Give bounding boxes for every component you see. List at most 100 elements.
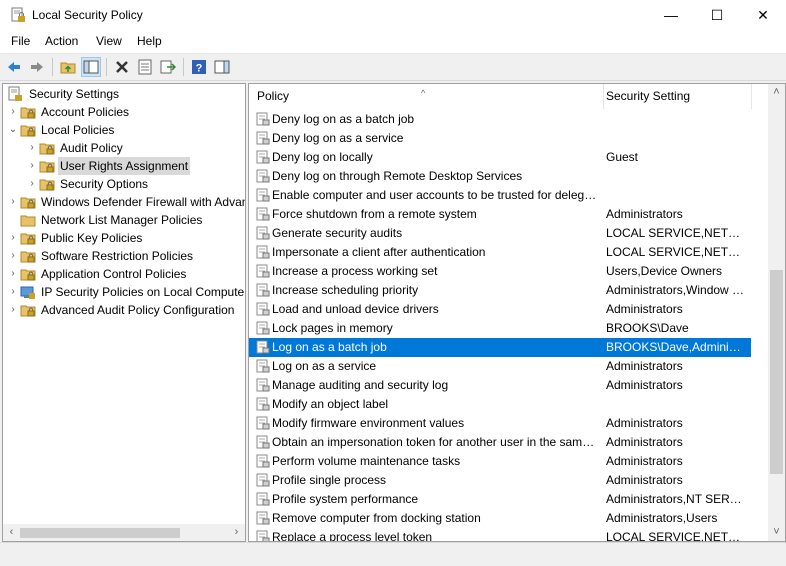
scroll-down-icon[interactable]: ˅ — [768, 524, 785, 541]
policy-folder-icon — [20, 125, 36, 137]
policy-row[interactable]: Profile system performance Administrators… — [249, 490, 751, 509]
delete-icon[interactable] — [112, 57, 132, 77]
policy-name: Load and unload device drivers — [272, 302, 439, 316]
tree-expander-icon[interactable]: › — [7, 265, 19, 283]
policy-icon — [256, 150, 270, 164]
show-pane-icon[interactable] — [212, 57, 232, 77]
policy-row[interactable]: Lock pages in memory BROOKS\Dave — [249, 319, 751, 338]
up-folder-icon[interactable] — [58, 57, 78, 77]
tree-expander-icon[interactable]: › — [7, 193, 19, 211]
policy-security-setting: BROOKS\Dave,Administrators — [606, 340, 746, 354]
policy-icon — [256, 340, 270, 354]
policy-row[interactable]: Impersonate a client after authenticatio… — [249, 243, 751, 262]
policy-row[interactable]: Log on as a service Administrators — [249, 357, 751, 376]
policy-row[interactable]: Manage auditing and security log Administ… — [249, 376, 751, 395]
tree-expander-icon[interactable]: › — [26, 139, 38, 157]
console-tree[interactable]: Security Settings › Account Policies ⌄ Loca… — [2, 83, 246, 542]
policy-row[interactable]: Replace a process level token LOCAL SERVI… — [249, 528, 751, 541]
policy-icon — [256, 397, 270, 411]
maximize-button[interactable]: ☐ — [694, 0, 740, 31]
tree-item-label: Advanced Audit Policy Configuration — [41, 303, 235, 317]
policy-row[interactable]: Load and unload device drivers Administra… — [249, 300, 751, 319]
policy-row[interactable]: Remove computer from docking station Admi… — [249, 509, 751, 528]
column-setting-label: Security Setting — [606, 89, 691, 103]
policy-icon — [256, 359, 270, 373]
policy-name: Remove computer from docking station — [272, 511, 481, 525]
column-header-policy[interactable]: Policy ^ — [249, 84, 604, 109]
forward-arrow-icon[interactable] — [27, 57, 47, 77]
menu-help[interactable]: Help — [137, 34, 162, 48]
policy-name: Deny log on through Remote Desktop Servi… — [272, 169, 523, 183]
policy-name: Enable computer and user accounts to be … — [272, 188, 597, 202]
policy-row[interactable]: Perform volume maintenance tasks Administ… — [249, 452, 751, 471]
policy-row[interactable]: Enable computer and user accounts to be … — [249, 186, 751, 205]
tree-root-label: Security Settings — [29, 87, 120, 101]
tree-expander-icon[interactable]: › — [26, 175, 38, 193]
tree-item-label: Audit Policy — [60, 141, 123, 155]
policy-row[interactable]: Modify an object label — [249, 395, 751, 414]
window-title: Local Security Policy — [32, 8, 143, 22]
policy-row[interactable]: Increase scheduling priority Administrato… — [249, 281, 751, 300]
tree-scroll-thumb[interactable] — [20, 528, 180, 538]
tree-item-label: Account Policies — [41, 105, 130, 119]
policy-name: Deny log on as a batch job — [272, 112, 415, 126]
scroll-up-icon[interactable]: ˄ — [768, 84, 785, 101]
policy-name: Perform volume maintenance tasks — [272, 454, 461, 468]
help-icon[interactable]: ? — [189, 57, 209, 77]
tree-expander-icon[interactable]: › — [26, 157, 38, 175]
list-vertical-scrollbar[interactable]: ˄ ˅ — [768, 84, 785, 541]
policy-row[interactable]: Deny log on as a service — [249, 129, 751, 148]
toolbar: ? — [0, 54, 786, 81]
minimize-button[interactable]: — — [648, 0, 694, 31]
policy-name: Log on as a batch job — [272, 340, 387, 354]
tree-expander-icon[interactable]: › — [7, 103, 19, 121]
close-button[interactable]: ✕ — [740, 0, 786, 31]
policy-name: Impersonate a client after authenticatio… — [272, 245, 486, 259]
policy-security-setting: Administrators — [606, 207, 683, 221]
policy-list[interactable]: Policy ^ Security Setting Deny log on as… — [248, 83, 786, 542]
list-rows: Deny log on as a batch job Deny log on as… — [249, 110, 751, 541]
policy-security-setting: Administrators — [606, 435, 683, 449]
menu-file[interactable]: File — [11, 34, 30, 48]
policy-name: Profile system performance — [272, 492, 419, 506]
export-list-icon[interactable] — [158, 57, 178, 77]
show-hide-tree-icon[interactable] — [81, 57, 101, 77]
tree-item-label: Windows Defender Firewall with Advanced … — [41, 195, 245, 209]
menu-view[interactable]: View — [96, 34, 122, 48]
tree-horizontal-scrollbar[interactable]: ‹ › — [3, 524, 245, 541]
policy-row[interactable]: Log on as a batch job BROOKS\Dave,Adminis… — [249, 338, 751, 357]
tree-item-label: Network List Manager Policies — [41, 213, 203, 227]
properties-icon[interactable] — [135, 57, 155, 77]
policy-row[interactable]: Force shutdown from a remote system Admin… — [249, 205, 751, 224]
policy-icon — [256, 378, 270, 392]
policy-row[interactable]: Increase a process working set Users,Devi… — [249, 262, 751, 281]
policy-row[interactable]: Profile single process Administrators — [249, 471, 751, 490]
menu-action[interactable]: Action — [45, 34, 78, 48]
policy-row[interactable]: Deny log on through Remote Desktop Servi… — [249, 167, 751, 186]
scroll-right-icon[interactable]: › — [228, 524, 245, 541]
policy-row[interactable]: Deny log on locally Guest — [249, 148, 751, 167]
tree-expander-icon[interactable]: › — [7, 229, 19, 247]
column-header-security-setting[interactable]: Security Setting — [604, 84, 752, 109]
policy-folder-icon — [39, 161, 55, 173]
policy-row[interactable]: Generate security audits LOCAL SERVICE,NE… — [249, 224, 751, 243]
status-bar — [0, 542, 786, 566]
policy-folder-icon — [39, 179, 55, 191]
tree-expander-icon[interactable]: › — [7, 301, 19, 319]
policy-row[interactable]: Obtain an impersonation token for anothe… — [249, 433, 751, 452]
list-scroll-thumb[interactable] — [770, 270, 783, 474]
policy-icon — [256, 473, 270, 487]
policy-row[interactable]: Deny log on as a batch job — [249, 110, 751, 129]
policy-row[interactable]: Modify firmware environment values Admini… — [249, 414, 751, 433]
back-arrow-icon[interactable] — [4, 57, 24, 77]
policy-security-setting: Users,Device Owners — [606, 264, 723, 278]
scroll-left-icon[interactable]: ‹ — [3, 524, 20, 541]
tree-expander-icon[interactable]: › — [7, 247, 19, 265]
policy-folder-icon — [20, 197, 36, 209]
security-policy-app-icon — [11, 7, 25, 22]
policy-name: Profile single process — [272, 473, 387, 487]
policy-folder-icon — [39, 143, 55, 155]
tree-expander-icon[interactable]: › — [7, 283, 19, 301]
policy-folder-icon — [20, 305, 36, 317]
tree-expander-icon[interactable]: ⌄ — [7, 121, 19, 139]
